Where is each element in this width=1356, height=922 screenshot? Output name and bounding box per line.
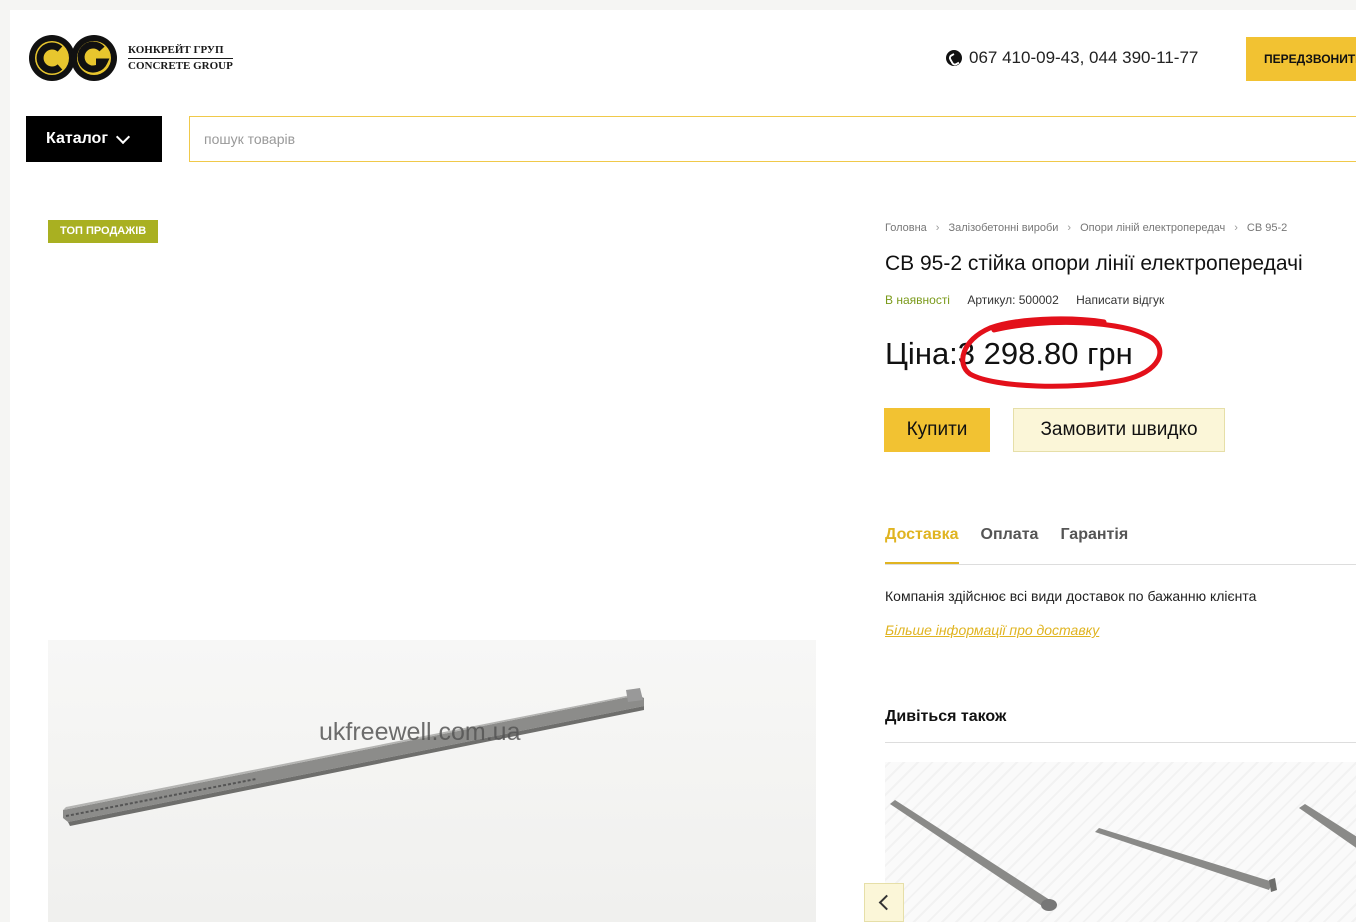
recommendation-card-2[interactable] [1095, 828, 1277, 892]
search-input[interactable]: пошук товарів [189, 116, 1356, 162]
product-image[interactable] [48, 640, 816, 922]
tab-warranty[interactable]: Гарантія [1060, 526, 1128, 564]
recommendation-card-1[interactable] [890, 800, 1057, 911]
breadcrumb-item-home[interactable]: Головна [885, 222, 927, 234]
chevron-down-icon [115, 129, 131, 144]
catalog-button[interactable]: Каталог [26, 116, 162, 162]
breadcrumb-item-current: СВ 95-2 [1246, 222, 1288, 234]
tab-delivery[interactable]: Доставка [885, 526, 959, 564]
tab-payment[interactable]: Оплата [981, 526, 1039, 564]
page: КОНКРЕЙТ ГРУП CONCRETE GROUP 067 410-09-… [10, 10, 1356, 922]
phone-text[interactable]: 067 410-09-43, 044 390-11-77 [969, 48, 1198, 68]
breadcrumb-item-poles[interactable]: Опори ліній електропередач [1080, 222, 1225, 234]
chevron-right-icon: › [935, 222, 940, 234]
recommendations-carousel [885, 762, 1356, 922]
price-annotation-circle [960, 316, 1163, 389]
quick-order-button[interactable]: Замовити швидко [1013, 408, 1225, 452]
delivery-info-link[interactable]: Більше інформації про доставку [885, 622, 1099, 638]
info-tabs: Доставка Оплата Гарантія [885, 526, 1356, 565]
chevron-right-icon: › [1067, 222, 1072, 234]
buy-button[interactable]: Купити [884, 408, 990, 452]
logo-text: КОНКРЕЙТ ГРУП CONCRETE GROUP [128, 44, 233, 73]
logo-line-1: КОНКРЕЙТ ГРУП [128, 44, 233, 59]
recommendation-card-3[interactable] [1299, 804, 1356, 854]
price-label: Ціна: [885, 336, 958, 371]
logo[interactable]: КОНКРЕЙТ ГРУП CONCRETE GROUP [28, 32, 233, 84]
phone-numbers[interactable]: 067 410-09-43, 044 390-11-77 [946, 48, 1198, 68]
breadcrumb: Головна › Залізобетонні вироби › Опори ліній… [885, 222, 1287, 234]
stock-status: В наявності [885, 293, 950, 307]
logo-line-2: CONCRETE GROUP [128, 59, 233, 72]
chevron-right-icon: › [1234, 222, 1238, 234]
product-title: СВ 95-2 стійка опори лінії електропереда… [885, 252, 1303, 275]
article-number: Артикул: 500002 [967, 293, 1059, 307]
product-meta: В наявності Артикул: 500002 Написати від… [885, 293, 1164, 307]
product-render [63, 688, 644, 826]
recommendations-render [890, 800, 1356, 911]
see-also-heading: Дивіться також [885, 708, 1007, 725]
delivery-text: Компанія здійснює всі види доставок по б… [885, 588, 1257, 604]
phone-icon [946, 50, 962, 66]
callback-button[interactable]: ПЕРЕДЗВОНИТИ [1246, 37, 1356, 81]
carousel-prev-button[interactable] [864, 883, 904, 922]
watermark: ukfreewell.com.ua [319, 718, 521, 746]
chevron-left-icon [878, 894, 894, 911]
catalog-label: Каталог [46, 130, 108, 147]
breadcrumb-item-concrete[interactable]: Залізобетонні вироби [948, 222, 1058, 234]
top-sales-badge: ТОП ПРОДАЖІВ [48, 220, 159, 243]
write-review-link[interactable]: Написати відгук [1076, 293, 1164, 307]
logo-mark-icon [29, 35, 117, 81]
divider [885, 742, 1356, 743]
